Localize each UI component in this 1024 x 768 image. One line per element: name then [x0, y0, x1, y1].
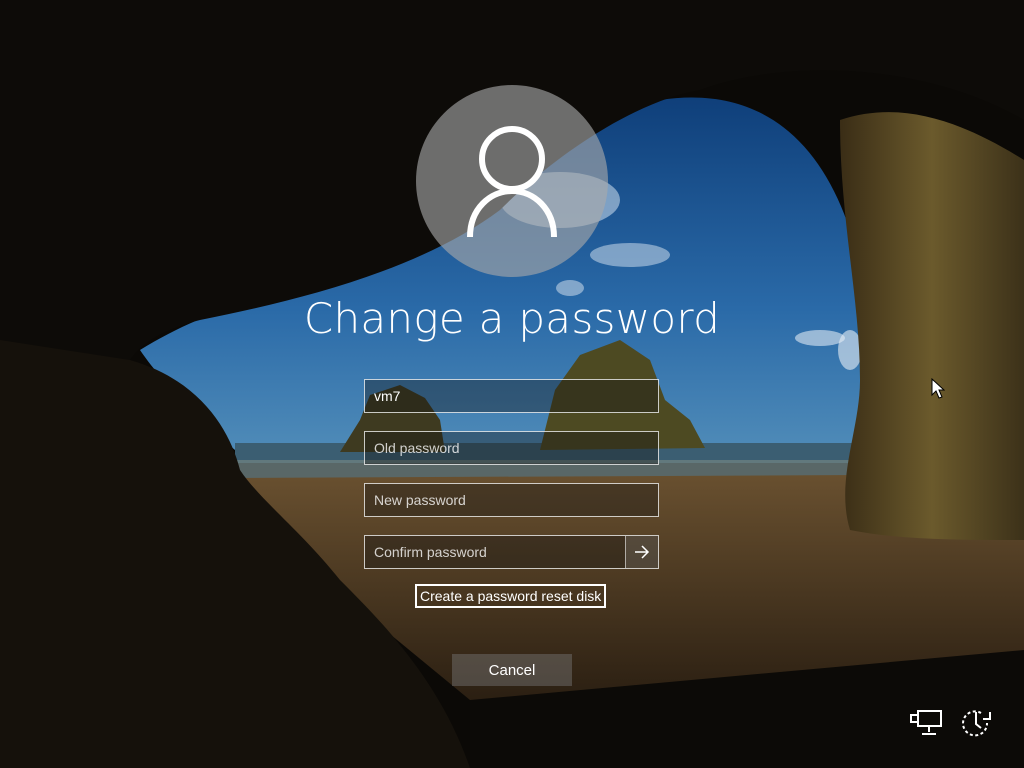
submit-button[interactable]	[625, 536, 658, 568]
user-icon	[467, 126, 557, 238]
lock-screen: Change a password Create a password rese…	[0, 0, 1024, 768]
reset-disk-link[interactable]: Create a password reset disk	[415, 584, 607, 608]
mouse-cursor-icon	[931, 378, 945, 399]
confirm-password-input[interactable]	[365, 536, 627, 568]
network-button[interactable]	[908, 706, 944, 742]
cancel-button-label: Cancel	[488, 661, 536, 679]
old-password-input[interactable]	[365, 432, 658, 464]
confirm-password-field[interactable]	[364, 535, 659, 569]
new-password-field[interactable]	[364, 483, 659, 517]
username-input[interactable]	[365, 380, 658, 412]
old-password-field[interactable]	[364, 431, 659, 465]
power-button[interactable]	[958, 706, 994, 742]
new-password-input[interactable]	[365, 484, 658, 516]
user-avatar	[416, 85, 608, 277]
arrow-right-icon	[635, 545, 650, 559]
page-title: Change a password	[303, 294, 721, 343]
cancel-button[interactable]: Cancel	[452, 654, 572, 686]
power-icon	[962, 710, 991, 737]
network-icon	[910, 710, 942, 735]
username-field[interactable]	[364, 379, 659, 413]
